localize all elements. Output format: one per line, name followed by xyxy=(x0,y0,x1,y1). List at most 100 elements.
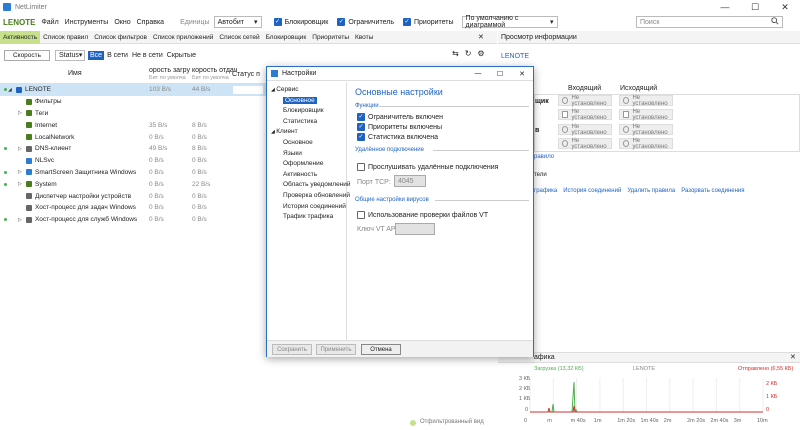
tab-quotas[interactable]: Квоты xyxy=(352,31,376,44)
incoming-priority-value[interactable]: Не установлено xyxy=(558,124,612,136)
speed-button[interactable]: Скорость xyxy=(4,49,50,61)
tab-priorities[interactable]: Приоритеты xyxy=(309,31,352,44)
settings-tree-item[interactable]: Трафик трафика xyxy=(283,213,333,220)
expand-icon[interactable]: ▷ xyxy=(18,217,22,223)
menu-help[interactable]: Справка xyxy=(137,19,164,26)
filter-hidden[interactable]: Скрытые xyxy=(167,52,196,59)
checkbox-icon[interactable]: ✓ xyxy=(357,133,365,141)
y-left-tick: 0 xyxy=(525,407,529,413)
y-left-tick: 3 КБ xyxy=(519,376,531,382)
view-select[interactable]: По умолчанию с диаграммой ▾ xyxy=(461,15,558,29)
settings-tree-item[interactable]: Основное xyxy=(283,96,317,104)
add-rule-link[interactable]: равило xyxy=(534,154,554,160)
save-button[interactable]: Сохранить xyxy=(272,344,312,355)
outgoing-block-value[interactable]: Не установлено xyxy=(619,95,673,107)
cancel-button[interactable]: Отмена xyxy=(361,344,401,355)
dialog-maximize-button[interactable]: ☐ xyxy=(489,67,511,80)
column-upload[interactable]: корость отдач xyxy=(192,67,237,74)
blocker-checkbox[interactable]: ✓ xyxy=(273,18,282,26)
link-delete-rules[interactable]: Удалить правила xyxy=(627,188,675,194)
dialog-close-button[interactable]: ✕ xyxy=(511,67,533,80)
settings-tree: ◢ Сервис Основное Блокировщик Статистика ◢ К… xyxy=(267,82,351,340)
filter-all[interactable]: Все xyxy=(88,50,105,60)
tab-activity[interactable]: Активность xyxy=(0,30,41,44)
stats-enabled-row[interactable]: ✓ Статистика включена xyxy=(357,133,438,141)
column-upload-sub: Бит по умолча xyxy=(192,75,229,81)
maximize-button[interactable]: ☐ xyxy=(740,0,770,14)
menu-window[interactable]: Окно xyxy=(114,19,130,26)
pane-close-icon[interactable]: ✕ xyxy=(478,33,484,41)
incoming-block-value[interactable]: Не установлено xyxy=(558,95,612,107)
swap-icon[interactable]: ⇆ xyxy=(452,49,459,58)
column-download[interactable]: орость загру xyxy=(149,67,190,74)
minimize-button[interactable]: — xyxy=(710,0,740,14)
checkbox-icon[interactable]: ✓ xyxy=(357,123,365,131)
tab-rules[interactable]: Список правил xyxy=(40,31,91,44)
tab-filters[interactable]: Список фильтров xyxy=(91,31,150,44)
window-title: NetLimiter xyxy=(15,3,47,11)
close-button[interactable]: ✕ xyxy=(770,0,800,14)
settings-tree-item[interactable]: Статистика xyxy=(283,118,317,125)
refresh-icon[interactable]: ↻ xyxy=(465,49,472,58)
expand-icon[interactable]: ▷ xyxy=(18,169,22,175)
incoming-quota-value[interactable]: Не установлено xyxy=(558,138,612,150)
outgoing-priority-value[interactable]: Не установлено xyxy=(619,124,673,136)
outgoing-limit-value[interactable]: Не установлено xyxy=(619,109,673,121)
tab-apps[interactable]: Список приложений xyxy=(150,31,216,44)
expand-icon[interactable]: ▷ xyxy=(18,181,22,187)
app-icon xyxy=(26,157,32,164)
apply-button[interactable]: Применить xyxy=(316,344,356,355)
vt-key-label: Ключ VT API: xyxy=(357,226,400,233)
tree-label: Основное xyxy=(283,139,313,146)
column-download-sub: Бит по умолча xyxy=(149,75,186,81)
settings-tree-item[interactable]: Активность xyxy=(283,171,317,178)
expand-icon[interactable]: ▷ xyxy=(18,110,22,116)
filtered-view-link[interactable]: Отфильтрованный вид xyxy=(420,419,484,425)
link-connection-history[interactable]: История соединений xyxy=(563,188,621,194)
incoming-limit-value[interactable]: Не установлено xyxy=(558,109,612,121)
priorities-checkbox[interactable]: ✓ xyxy=(402,18,411,26)
tcp-port-input[interactable]: 4045 xyxy=(394,175,426,187)
settings-tree-item[interactable]: Проверка обновлений xyxy=(283,192,350,199)
settings-tree-item[interactable]: Оформление xyxy=(283,160,323,167)
checkbox-icon[interactable] xyxy=(357,163,365,171)
limiter-enabled-row[interactable]: ✓ Ограничитель включен xyxy=(357,113,443,121)
remote-listen-row[interactable]: Прослушивать удалённые подключения xyxy=(357,163,498,171)
expand-icon[interactable]: ▷ xyxy=(18,146,22,152)
virus-label: Общие настройки вирусов xyxy=(355,197,429,203)
settings-tree-item[interactable]: История соединений xyxy=(283,203,346,210)
tree-label: Языки xyxy=(283,149,302,157)
settings-tree-item[interactable]: ◢ Сервис xyxy=(271,86,299,93)
priorities-label: Приоритеты xyxy=(413,18,454,26)
filter-online[interactable]: В сети xyxy=(107,52,128,59)
vt-key-input[interactable] xyxy=(395,223,435,235)
filter-offline[interactable]: Не в сети xyxy=(132,52,163,59)
checkbox-icon[interactable] xyxy=(357,211,365,219)
vt-check-row[interactable]: Использование проверки файлов VT xyxy=(357,211,488,219)
settings-tree-item[interactable]: ◢ Клиент xyxy=(271,128,298,135)
settings-tree-item[interactable]: Область уведомлений xyxy=(283,181,351,188)
units-select[interactable]: Автобит ▾ xyxy=(213,16,262,28)
link-graph[interactable]: графика xyxy=(534,188,557,194)
expand-icon[interactable]: ◢ xyxy=(8,87,12,93)
column-name[interactable]: Имя xyxy=(68,70,82,77)
link-kill-connections[interactable]: Разорвать соединения xyxy=(681,188,744,194)
dialog-minimize-button[interactable]: — xyxy=(467,67,489,80)
tab-networks[interactable]: Список сетей xyxy=(216,31,262,44)
search-input[interactable]: Поиск xyxy=(636,16,783,28)
priorities-enabled-row[interactable]: ✓ Приоритеты включены xyxy=(357,123,442,131)
settings-tree-item[interactable]: Основное xyxy=(283,139,313,146)
settings-tree-item[interactable]: Языки xyxy=(283,150,302,157)
menu-tools[interactable]: Инструменты xyxy=(65,19,109,26)
column-status[interactable]: Статус п xyxy=(232,71,260,78)
checkbox-icon[interactable]: ✓ xyxy=(357,113,365,121)
status-select[interactable]: Status ▾ xyxy=(55,49,85,61)
tab-blocker[interactable]: Блокировщик xyxy=(263,31,310,44)
gear-icon xyxy=(26,145,32,152)
outgoing-quota-value[interactable]: Не установлено xyxy=(619,138,673,150)
menu-file[interactable]: Файл xyxy=(41,19,58,26)
graph-close-icon[interactable]: ✕ xyxy=(790,353,796,361)
limiter-checkbox[interactable]: ✓ xyxy=(337,18,346,26)
gear-icon[interactable]: ⚙ xyxy=(477,49,484,58)
settings-tree-item[interactable]: Блокировщик xyxy=(283,107,324,114)
